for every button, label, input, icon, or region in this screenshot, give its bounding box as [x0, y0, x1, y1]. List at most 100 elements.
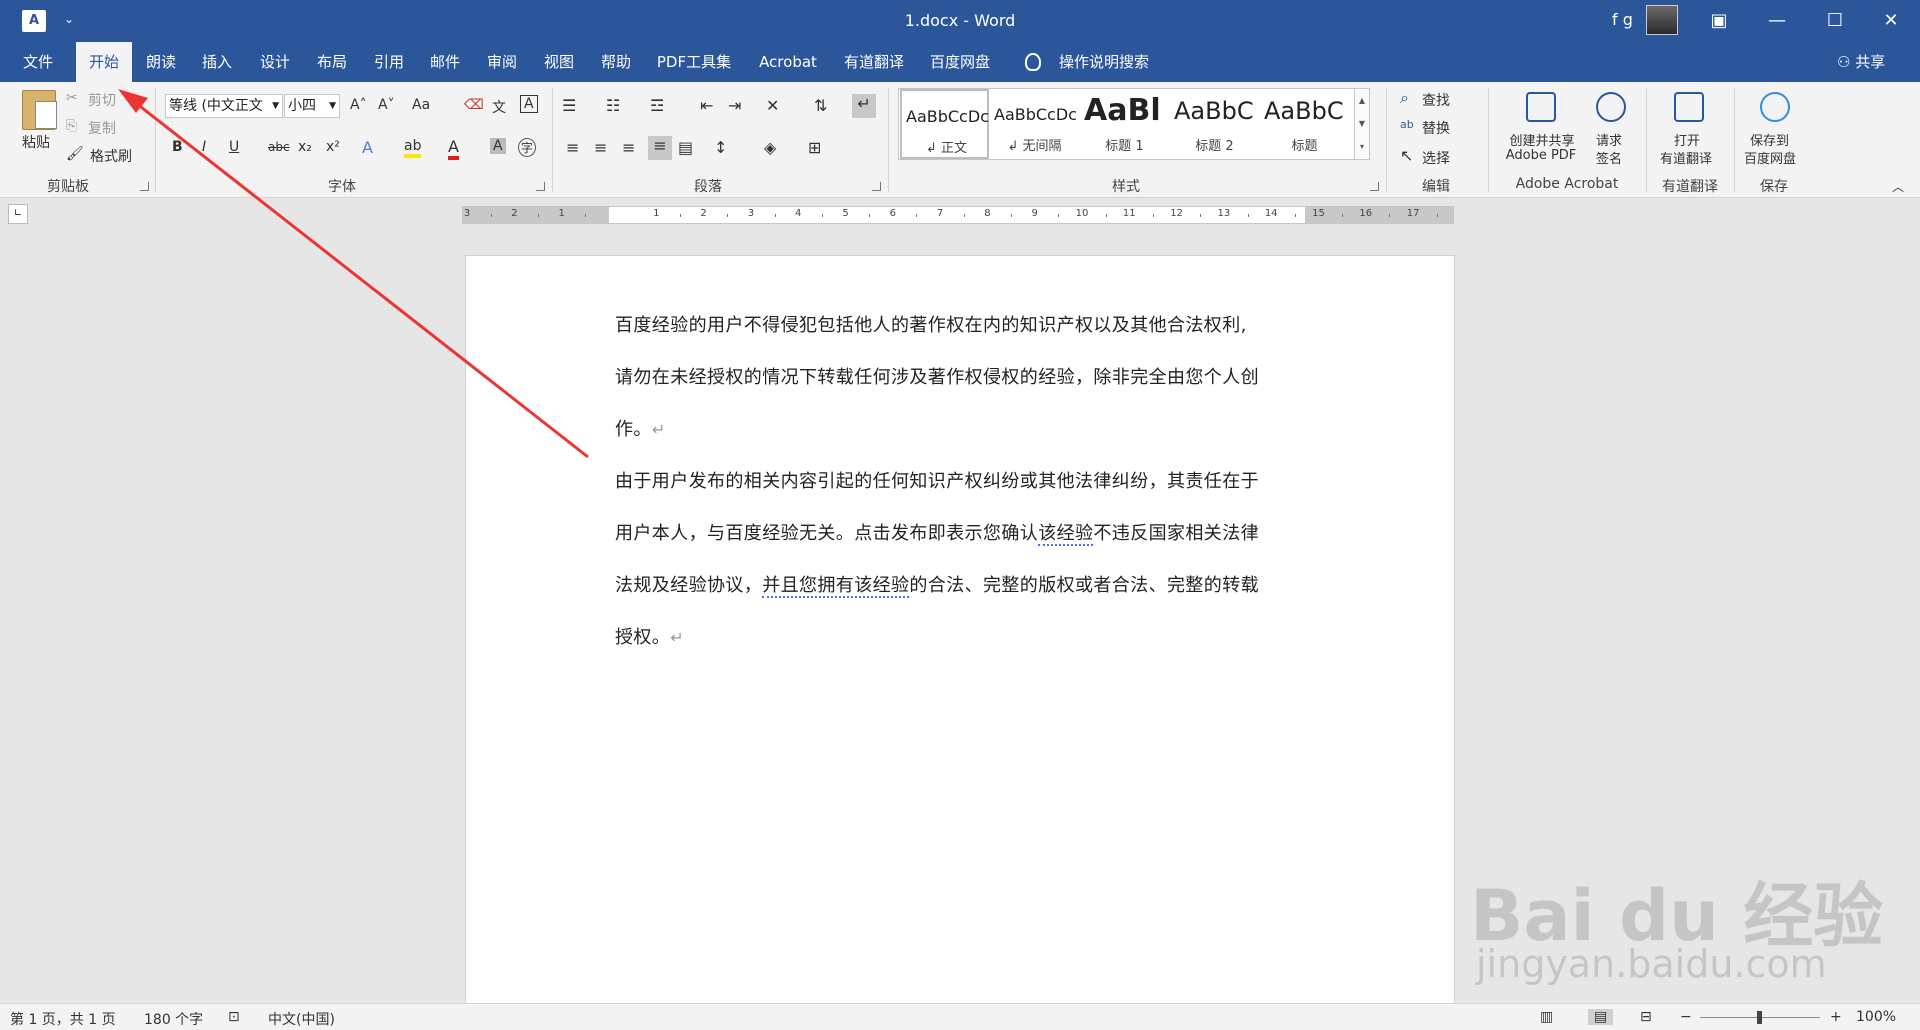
document-line[interactable]: 由于用户发布的相关内容引起的任何知识产权纠纷或其他法律纠纷，其责任在于 [615, 467, 1259, 493]
minimize-button[interactable]: — [1748, 0, 1806, 42]
font-size-combo[interactable]: 小四 ▼ [284, 94, 340, 118]
paragraph-launcher[interactable] [872, 182, 881, 191]
share-button[interactable]: ⚇ 共享 [1837, 42, 1885, 82]
zoom-level[interactable]: 100% [1856, 1009, 1896, 1025]
tab-acrobat[interactable]: Acrobat [752, 42, 824, 82]
strikethrough-button[interactable]: abc [268, 140, 290, 154]
replace-icon[interactable]: ab [1400, 118, 1414, 131]
document-line[interactable]: 作。↵ [615, 415, 666, 441]
increase-indent-icon[interactable]: ⇥ [728, 96, 741, 115]
phonetic-guide-button[interactable]: 文 [492, 97, 506, 117]
paste-button[interactable]: 粘贴 [22, 132, 50, 152]
request-signature-icon[interactable] [1596, 92, 1626, 122]
print-layout-icon[interactable]: ▤ [1588, 1009, 1614, 1025]
decrease-indent-icon[interactable]: ⇤ [700, 96, 713, 115]
request-signature-button-line2[interactable]: 签名 [1596, 148, 1622, 167]
tab-layout[interactable]: 布局 [311, 42, 353, 82]
tab-review[interactable]: 审阅 [481, 42, 523, 82]
zoom-slider-thumb[interactable] [1757, 1011, 1762, 1024]
page-count[interactable]: 第 1 页，共 1 页 [10, 1009, 116, 1029]
ribbon-display-options-button[interactable]: ▣ [1690, 0, 1748, 42]
create-share-pdf-button[interactable]: 创建并共享 [1502, 130, 1582, 149]
save-to-netdisk-button[interactable]: 保存到 [1750, 130, 1789, 149]
create-pdf-icon[interactable] [1526, 92, 1556, 122]
open-youdao-button[interactable]: 打开 [1674, 130, 1700, 149]
style-no-spacing[interactable]: AaBbCcDc ↲ 无间隔 [990, 89, 1079, 159]
style-heading-1[interactable]: AaBl 标题 1 [1080, 89, 1169, 159]
document-line[interactable]: 法规及经验协议，并且您拥有该经验的合法、完整的版权或者合法、完整的转载 [615, 571, 1259, 598]
justify-icon[interactable]: ≡ [648, 136, 672, 160]
zoom-out-button[interactable]: − [1680, 1009, 1692, 1025]
tab-help[interactable]: 帮助 [595, 42, 637, 82]
user-avatar[interactable] [1646, 5, 1678, 35]
bold-button[interactable]: B [172, 139, 183, 155]
cut-button[interactable]: 剪切 [88, 90, 116, 110]
tab-home[interactable]: 开始 [76, 42, 132, 82]
close-button[interactable]: ✕ [1862, 0, 1920, 42]
styles-gallery-scroll[interactable]: ▲ ▼ ▾ [1354, 88, 1370, 160]
line-spacing-icon[interactable]: ↕ [714, 138, 727, 157]
cursor-arrow-icon[interactable]: ↖ [1400, 146, 1413, 165]
numbering-icon[interactable]: ☷ [606, 96, 620, 115]
tab-pdf-tools[interactable]: PDF工具集 [652, 42, 736, 82]
word-app-icon[interactable]: A [22, 10, 46, 32]
paste-icon[interactable] [22, 90, 57, 130]
font-name-combo[interactable]: 等线 (中文正文 ▼ [165, 94, 283, 118]
tab-insert[interactable]: 插入 [196, 42, 238, 82]
document-line[interactable]: 百度经验的用户不得侵犯包括他人的著作权在内的知识产权以及其他合法权利, [615, 311, 1247, 337]
save-to-netdisk-button-line2[interactable]: 百度网盘 [1744, 148, 1796, 167]
styles-launcher[interactable] [1370, 182, 1379, 191]
change-case-button[interactable]: Aa [412, 97, 430, 113]
open-youdao-button-line2[interactable]: 有道翻译 [1660, 148, 1712, 167]
highlight-color-button[interactable]: ab [404, 138, 422, 158]
clear-formatting-icon[interactable]: ⌫ [464, 97, 484, 113]
tell-me-search[interactable]: 操作说明搜索 [1052, 42, 1156, 82]
paintbrush-icon[interactable]: 🖌 [66, 146, 84, 162]
language-indicator[interactable]: 中文(中国) [268, 1009, 335, 1029]
enclose-characters-button[interactable]: 字 [518, 138, 537, 157]
request-signature-button[interactable]: 请求 [1596, 130, 1622, 149]
character-border-button[interactable]: A [520, 95, 538, 113]
copy-icon[interactable]: ⎘ [66, 118, 77, 134]
word-count[interactable]: 180 个字 [144, 1009, 203, 1029]
underline-button[interactable]: U [229, 139, 239, 155]
font-color-button[interactable]: A [448, 137, 459, 160]
borders-icon[interactable]: ⊞ [808, 138, 821, 157]
distributed-icon[interactable]: ▤ [678, 138, 693, 157]
grammar-flagged-text[interactable]: 并且您拥有该经验 [762, 575, 910, 598]
youdao-translate-icon[interactable] [1674, 92, 1704, 122]
scissors-icon[interactable]: ✂ [66, 90, 78, 106]
font-launcher[interactable] [536, 182, 545, 191]
tab-read-aloud[interactable]: 朗读 [140, 42, 182, 82]
tab-view[interactable]: 视图 [538, 42, 580, 82]
subscript-button[interactable]: x₂ [298, 139, 312, 155]
tab-mailings[interactable]: 邮件 [424, 42, 466, 82]
search-icon[interactable]: ⌕ [1400, 88, 1409, 108]
superscript-button[interactable]: x² [326, 139, 340, 155]
clipboard-launcher[interactable] [140, 182, 149, 191]
tab-baidu-netdisk[interactable]: 百度网盘 [924, 42, 996, 82]
shrink-font-button[interactable]: A˅ [378, 97, 395, 113]
copy-button[interactable]: 复制 [88, 118, 116, 138]
tab-youdao[interactable]: 有道翻译 [838, 42, 910, 82]
document-line[interactable]: 请勿在未经授权的情况下转载任何涉及著作权侵权的经验，除非完全由您个人创 [615, 363, 1259, 389]
align-left-icon[interactable]: ≡ [566, 138, 579, 157]
maximize-button[interactable]: ☐ [1806, 0, 1864, 42]
format-painter-button[interactable]: 格式刷 [90, 146, 132, 166]
text-effects-button[interactable]: A [362, 138, 373, 157]
zoom-in-button[interactable]: + [1830, 1009, 1842, 1025]
style-normal[interactable]: AaBbCcDc ↲ 正文 [900, 89, 989, 159]
document-line[interactable]: 用户本人，与百度经验无关。点击发布即表示您确认该经验不违反国家相关法律 [615, 519, 1259, 546]
horizontal-ruler[interactable]: 3 2 1 1 2 3 4 5 6 7 8 9 10 11 12 13 14 15 16 17 [462, 206, 1454, 224]
tab-design[interactable]: 设计 [254, 42, 296, 82]
style-title[interactable]: AaBbC 标题 [1260, 89, 1349, 159]
quick-access-toolbar-dropdown[interactable]: ⌄ [64, 12, 74, 26]
tab-file[interactable]: 文件 [12, 42, 64, 82]
read-mode-icon[interactable]: ▥ [1540, 1009, 1553, 1025]
chinese-layout-icon[interactable]: ✕ [766, 96, 779, 115]
create-share-pdf-button-line2[interactable]: Adobe PDF [1500, 148, 1582, 163]
collapse-ribbon-icon[interactable]: ︿ [1892, 178, 1904, 195]
show-marks-icon[interactable]: ↵ [852, 94, 876, 118]
character-shading-button[interactable]: A [490, 138, 506, 154]
document-line[interactable]: 授权。↵ [615, 623, 684, 649]
